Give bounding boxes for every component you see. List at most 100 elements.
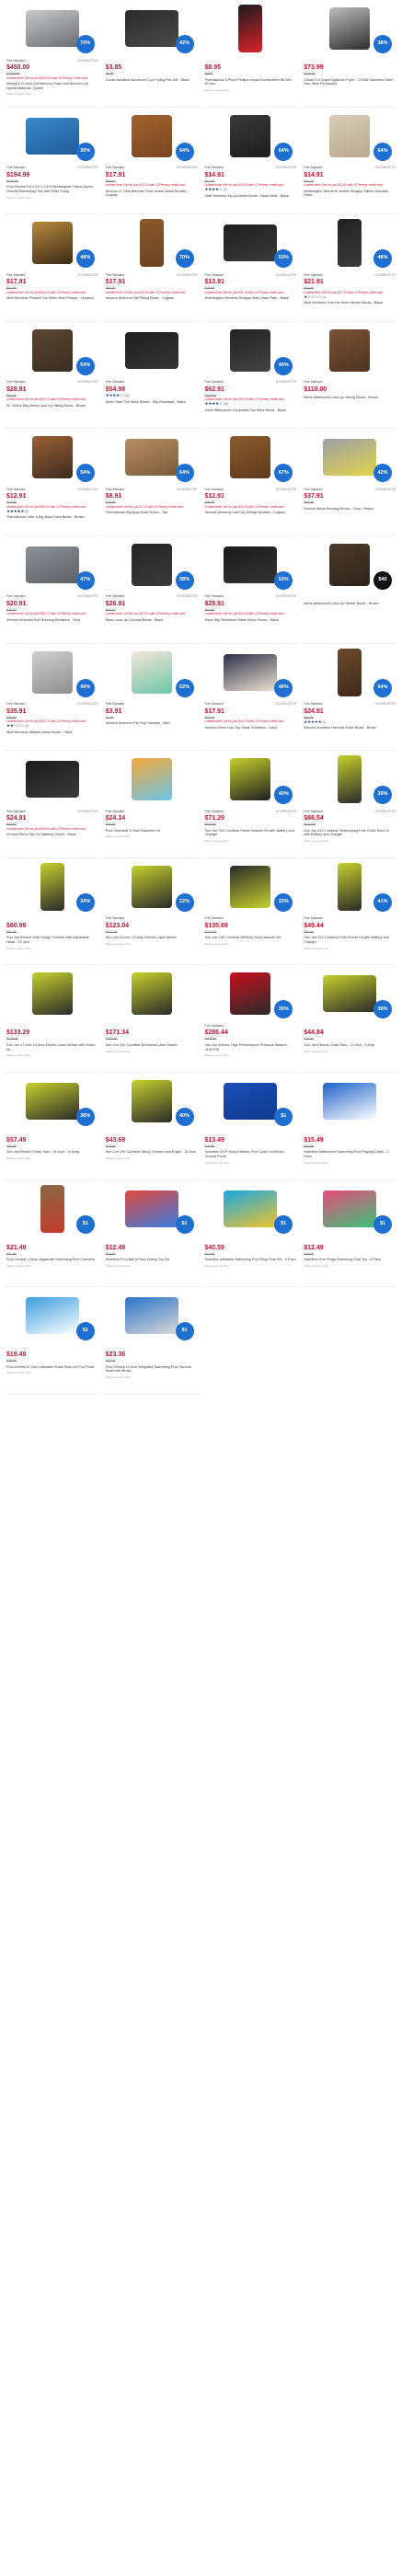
product-title[interactable]: Sleepy's 12-Inch Gel Memory Foam and Bon… xyxy=(6,82,98,90)
hedger-product-image[interactable] xyxy=(40,862,64,911)
product-title[interactable]: Mens Slip Resistant Oxford Work Shoes - … xyxy=(205,618,297,623)
product-card[interactable]: 40% $43.69 $72.99 Sun Joe 24V Cordless S… xyxy=(102,1073,201,1180)
product-title[interactable]: Sun Joe 17-Inch 13 Amp Electric Lawn Mow… xyxy=(6,1043,98,1052)
brownboot-product-image[interactable] xyxy=(329,543,371,586)
product-title[interactable]: Arizona Mens Low-Top Skate Sneakers - Na… xyxy=(205,726,297,730)
bits-product-image[interactable] xyxy=(238,5,263,52)
heel-product-image[interactable] xyxy=(329,114,371,157)
product-image-area[interactable]: 22% xyxy=(106,860,198,914)
chainsaw2-product-image[interactable] xyxy=(25,1082,79,1120)
product-title[interactable]: Sun Joe 24V Cordless Wet/Dry Shop Vacuum… xyxy=(205,936,297,940)
product-card[interactable]: 67% Free Standard DOORBUSTER $12.91 $38.… xyxy=(201,429,300,536)
product-title[interactable]: Worthington Womens Strappy Mary Jane Fla… xyxy=(205,296,297,301)
product-card[interactable]: 64% Free Standard DOORBUSTER $17.91 $49.… xyxy=(102,108,201,215)
product-title[interactable]: Cosori 5.8 Quart Digital Air Fryer - 170… xyxy=(304,78,396,86)
product-card[interactable]: $15.49 $20.99 Swimline Waterproof Swimmi… xyxy=(301,1073,398,1180)
product-card[interactable]: Free Standard $54.98 ★★★★☆ (18) Mens Ste… xyxy=(102,322,201,430)
product-title[interactable]: Sun Joe Electric Pole Hedge Trimmer with… xyxy=(6,936,98,944)
product-image-area[interactable]: 64% xyxy=(106,431,198,484)
product-title[interactable]: Thereabouts Little & Big Boys Duck Boots… xyxy=(6,515,98,520)
product-title[interactable]: St. John's Bay Mens Lace-Up Hiking Boots… xyxy=(6,404,98,408)
product-card[interactable]: $40 Mens Waterproof Lace-Up Winter Boots… xyxy=(301,536,398,644)
product-image-area[interactable]: 52% xyxy=(106,646,198,699)
product-title[interactable]: Sun Joe Electric Chain Saw - 16 Inch - 1… xyxy=(6,1150,98,1155)
mower2-product-image[interactable] xyxy=(31,972,73,1016)
skate-product-image[interactable] xyxy=(224,653,278,691)
cover-product-image[interactable] xyxy=(224,1082,278,1120)
product-image-area[interactable]: 64% xyxy=(304,109,396,163)
product-title[interactable]: Swimline Dive Rings Swimming Pool Toy - … xyxy=(304,1258,396,1262)
product-image-area[interactable]: $1 xyxy=(304,1182,396,1236)
product-title[interactable]: Arizona Womens Flip Flop Sandals - Mint xyxy=(106,721,198,726)
product-image-area[interactable]: 40% xyxy=(6,646,98,699)
cards-product-image[interactable] xyxy=(323,1082,377,1120)
silverboot-product-image[interactable] xyxy=(31,650,73,694)
product-card[interactable]: 48% Free Standard DOORBUSTER $21.91 $41.… xyxy=(301,214,398,322)
product-image-area[interactable]: 54% xyxy=(6,324,98,377)
product-title[interactable]: Xersion Mens Slip-On Walking Shoes - Bla… xyxy=(6,833,98,837)
product-image-area[interactable]: 42% xyxy=(106,2,198,55)
rating-row[interactable]: ★★★★★ (5) xyxy=(6,509,98,513)
rating-row[interactable]: ★★★★☆ (3) xyxy=(205,187,297,192)
product-card[interactable]: Free Standard DOORBUSTER $24.91 $49.99 L… xyxy=(4,751,101,858)
product-image-area[interactable]: 38% xyxy=(304,2,396,55)
product-image-area[interactable]: 47% xyxy=(6,538,98,592)
product-card[interactable]: 42% Free Standard DOORBUSTER $37.91 $64.… xyxy=(301,429,398,536)
leopard-product-image[interactable] xyxy=(31,222,73,265)
dressshoe-product-image[interactable] xyxy=(224,546,278,583)
product-image-area[interactable]: 39% xyxy=(304,753,396,806)
product-title[interactable]: Mens Steel Toe Work Shoes - Slip Resista… xyxy=(106,400,198,405)
product-title[interactable]: Swimline Waterproof Swimming Pool Playin… xyxy=(304,1150,396,1158)
product-image-area[interactable] xyxy=(6,967,98,1020)
pruner-product-image[interactable] xyxy=(338,862,362,911)
product-image-area[interactable]: $1 xyxy=(6,1182,98,1236)
maryjane-product-image[interactable] xyxy=(224,224,278,262)
product-title[interactable]: Arizona Womens Lace-Up Wedge Booties - C… xyxy=(205,511,297,515)
product-card[interactable]: 30% Free Standard DOORBUSTER $194.99 $27… xyxy=(4,108,101,215)
pressure-product-image[interactable] xyxy=(230,972,271,1016)
product-title[interactable]: Pool Chemical 3-Pack Balancer Kit xyxy=(106,829,198,834)
product-image-area[interactable]: 38% xyxy=(6,1075,98,1128)
product-title[interactable]: Mens Waterproof Lace-Up Winter Boots - B… xyxy=(304,602,396,606)
rating-row[interactable]: ★☆☆☆☆ (1) xyxy=(304,294,396,299)
product-card[interactable]: 39% $44.84 $73.99 Sun Joe Electric Chain… xyxy=(301,965,398,1073)
chem-product-image[interactable] xyxy=(131,758,172,801)
product-image-area[interactable]: 42% xyxy=(304,431,396,484)
product-card[interactable]: $8.95 $9.99 Professional 5-Piece Phillip… xyxy=(201,0,300,108)
product-title[interactable]: Pool Central 1 Quart Algaecide Swimming … xyxy=(6,1258,98,1262)
rating-row[interactable]: ★★☆☆☆ (2) xyxy=(6,723,98,729)
product-image-area[interactable] xyxy=(304,1075,396,1128)
product-card[interactable]: 54% Free Standard DOORBUSTER $28.91 $62.… xyxy=(4,322,101,430)
fryer-product-image[interactable] xyxy=(329,7,371,50)
product-image-area[interactable]: 40% xyxy=(205,753,297,806)
product-image-area[interactable]: 33% xyxy=(205,860,297,914)
product-card[interactable]: $1 $12.49 $16.99 Swimline Dive Rings Swi… xyxy=(301,1180,398,1288)
product-image-area[interactable]: $1 xyxy=(106,1289,198,1342)
product-image-area[interactable]: 40% xyxy=(205,324,297,377)
product-title[interactable]: Sun Joe 13-Inch 10 Amp Electric Lawn Mow… xyxy=(106,936,198,940)
vacuumhead-product-image[interactable] xyxy=(124,1297,178,1335)
hiker-product-image[interactable] xyxy=(31,328,73,372)
product-image-area[interactable]: 58% xyxy=(106,538,198,592)
product-image-area[interactable]: 41% xyxy=(304,860,396,914)
mower3-product-image[interactable] xyxy=(131,972,172,1016)
product-title[interactable]: Mens Waterproof Composite Toe Work Boots… xyxy=(205,408,297,413)
product-card[interactable]: 53% Free Standard DOORBUSTER $28.91 $61.… xyxy=(201,536,300,644)
duckboot-product-image[interactable] xyxy=(31,436,73,479)
product-image-area[interactable]: 30% xyxy=(205,967,297,1020)
product-card[interactable]: 53% Free Standard DOORBUSTER $13.91 $29.… xyxy=(201,214,300,322)
product-card[interactable]: 64% Free Standard DOORBUSTER $14.91 $41.… xyxy=(201,108,300,215)
product-card[interactable]: $1 $13.49 $19.99 Swimline 15 Ft Round Wi… xyxy=(201,1073,300,1180)
graysneaker-product-image[interactable] xyxy=(25,546,79,583)
product-title[interactable]: Mixit Womens Zip-Up Ankle Boots - Block … xyxy=(205,194,297,199)
product-image-area[interactable]: 67% xyxy=(205,431,297,484)
product-image-area[interactable] xyxy=(205,2,297,55)
product-card[interactable]: Free Standard $24.14 $28.99 Pool Chemica… xyxy=(102,751,201,858)
product-card[interactable]: 22% Free Standard $123.04 $157.99 Sun Jo… xyxy=(102,858,201,966)
product-title[interactable]: Cooks Nonstick Aluminum 2-pc Frying Pan … xyxy=(106,78,198,83)
product-title[interactable]: Sun Joe 24V Cordless String Trimmer and … xyxy=(106,1150,198,1155)
workboot-product-image[interactable] xyxy=(230,328,271,372)
mattress-product-image[interactable] xyxy=(25,10,79,47)
product-image-area[interactable]: 54% xyxy=(6,431,98,484)
product-image-area[interactable]: 64% xyxy=(205,109,297,163)
